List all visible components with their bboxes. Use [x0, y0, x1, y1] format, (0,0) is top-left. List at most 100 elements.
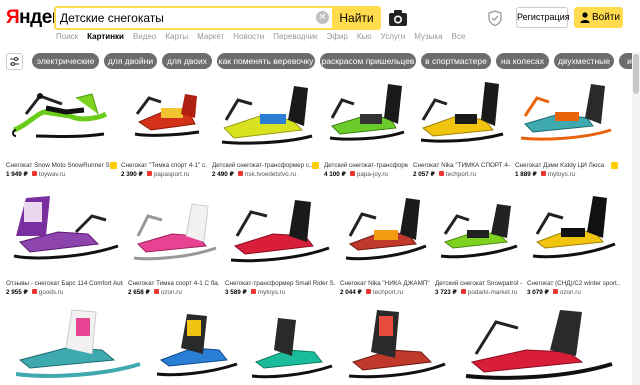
- result-price: 2 057 ₽: [413, 171, 435, 178]
- result-caption: Снегокат Snow Moto SnowRunner SR...: [6, 162, 110, 169]
- sled-image: [420, 82, 504, 143]
- image-result[interactable]: Снегокат "Тимка спорт 4-1" с... 2 390 ₽ p…: [121, 74, 207, 178]
- image-result[interactable]: Снегокат Snow Moto SnowRunner SR... 1 94…: [6, 74, 117, 178]
- clear-search-button[interactable]: ✕: [316, 11, 329, 24]
- filter-chip[interactable]: раскрасом пришельцев: [320, 53, 416, 69]
- image-result[interactable]: Снегокат Nika "НИКА ДЖАМП"... 2 044 ₽ tec…: [340, 186, 430, 298]
- filter-chip[interactable]: как поменять веревочку: [217, 53, 315, 69]
- sled-image: [15, 309, 141, 378]
- result-caption: Отзывы - снегокат Барс 114 Comfort Auto.…: [6, 280, 123, 287]
- result-price: 2 490 ₽: [212, 171, 234, 178]
- logo-letter: Я: [6, 7, 20, 28]
- filter-chips: электрические для двойни для двоих как п…: [0, 51, 640, 71]
- result-price: 1 889 ₽: [515, 171, 537, 178]
- scrollbar[interactable]: [632, 52, 640, 385]
- register-button[interactable]: Регистрация: [516, 7, 570, 28]
- image-result[interactable]: [246, 304, 336, 385]
- image-result[interactable]: Снегокат Тимка спорт 4-1 С ба... 2 658 ₽…: [128, 186, 220, 298]
- filter-settings-button[interactable]: [6, 53, 23, 70]
- result-source[interactable]: techport.ru: [373, 289, 403, 296]
- result-source[interactable]: papasport.ru: [154, 171, 189, 178]
- site-favicon-icon: [146, 171, 152, 176]
- result-source[interactable]: papa-joy.ru: [357, 171, 388, 178]
- service-tab[interactable]: Музыка: [414, 32, 442, 46]
- sled-image: [440, 204, 518, 259]
- sled-image: [221, 86, 313, 145]
- service-tab[interactable]: Эфир: [327, 32, 348, 46]
- service-tab[interactable]: Переводчик: [273, 32, 317, 46]
- result-meta: 2 658 ₽ ozon.ru: [128, 289, 220, 296]
- site-favicon-icon: [31, 289, 37, 294]
- shield-icon[interactable]: [488, 10, 502, 26]
- sled-image: [134, 94, 200, 137]
- service-tab-active[interactable]: Картинки: [87, 32, 124, 46]
- image-result[interactable]: [151, 304, 241, 385]
- result-price: 2 390 ₽: [121, 171, 143, 178]
- image-result[interactable]: [456, 304, 620, 385]
- find-button[interactable]: Найти: [332, 6, 381, 30]
- login-label: Войти: [592, 12, 620, 23]
- result-source[interactable]: mytoys.ru: [548, 171, 575, 178]
- market-badge-icon: [110, 162, 117, 169]
- service-tab[interactable]: Все: [452, 32, 466, 46]
- result-caption: Детский снегокат-трансформер с...: [212, 162, 315, 169]
- result-source[interactable]: ozon.ru: [161, 289, 182, 296]
- result-meta: 4 100 ₽ papa-joy.ru: [324, 171, 408, 178]
- image-result[interactable]: [341, 304, 451, 385]
- result-price: 3 079 ₽: [527, 289, 549, 296]
- image-result[interactable]: Детский снегокат Snowpatrol -... 3 723 ₽…: [435, 186, 522, 298]
- result-meta: 1 889 ₽ mytoys.ru: [515, 171, 620, 178]
- filter-chip[interactable]: электрические: [32, 53, 99, 69]
- sled-image: [230, 200, 330, 263]
- image-result[interactable]: Отзывы - снегокат Барс 114 Comfort Auto.…: [6, 186, 123, 298]
- service-tab[interactable]: Маркет: [197, 32, 224, 46]
- result-price: 4 100 ₽: [324, 171, 346, 178]
- image-result[interactable]: Снегокат (СНД)/С2 winter sport... 3 079 …: [527, 186, 620, 298]
- image-result[interactable]: Снегокат Дэми Kiddy ЦИ Люса 1 889 ₽ mytoy…: [515, 74, 620, 178]
- image-result[interactable]: Детский снегокат-трансформер... 4 100 ₽ p…: [324, 74, 408, 178]
- sled-image: [532, 196, 616, 259]
- service-tab[interactable]: Поиск: [56, 32, 78, 46]
- image-result[interactable]: Снегокат-трансформер Small Rider S... 3 …: [225, 186, 335, 298]
- image-result[interactable]: [6, 304, 146, 385]
- result-source[interactable]: ozon.ru: [560, 289, 581, 296]
- filter-chip[interactable]: для двойни: [104, 53, 157, 69]
- site-favicon-icon: [552, 289, 558, 294]
- search-input[interactable]: [60, 10, 312, 26]
- filter-chip[interactable]: для двоих: [162, 53, 212, 69]
- sled-image: [329, 84, 405, 141]
- result-price: 3 723 ₽: [435, 289, 457, 296]
- service-tab[interactable]: Карты: [165, 32, 188, 46]
- search-box: ✕ Найти: [54, 6, 381, 30]
- result-source[interactable]: nsk.tvoedetstvo.ru: [245, 171, 296, 178]
- scrollbar-thumb[interactable]: [633, 54, 639, 94]
- service-tab[interactable]: Услуги: [381, 32, 406, 46]
- result-caption: Снегокат Nika "ТИМКА СПОРТ 4-1...: [413, 162, 510, 169]
- sled-image: [12, 93, 108, 138]
- result-price: 1 949 ₽: [6, 171, 28, 178]
- site-favicon-icon: [31, 171, 37, 176]
- image-result[interactable]: Детский снегокат-трансформер с... 2 490 …: [212, 74, 319, 178]
- image-result[interactable]: Снегокат Nika "ТИМКА СПОРТ 4-1... 2 057 …: [413, 74, 510, 178]
- filter-chip[interactable]: в спортмастере: [421, 53, 491, 69]
- result-meta: 2 390 ₽ papasport.ru: [121, 171, 207, 178]
- filter-chip[interactable]: двухместные: [554, 53, 614, 69]
- image-search-button[interactable]: [387, 7, 409, 29]
- result-source[interactable]: podarki-market.ru: [468, 289, 517, 296]
- result-source[interactable]: goods.ru: [39, 289, 64, 296]
- result-source[interactable]: toywav.ru: [39, 171, 65, 178]
- service-tab[interactable]: Новости: [233, 32, 264, 46]
- login-button[interactable]: Войти: [574, 7, 623, 28]
- service-tab[interactable]: Видео: [133, 32, 156, 46]
- header: Яндекс ✕ Найти Регистрация Войти Поиск К…: [0, 0, 640, 55]
- result-meta: 3 589 ₽ mytoys.ru: [225, 289, 335, 296]
- result-meta: 3 079 ₽ ozon.ru: [527, 289, 620, 296]
- market-badge-icon: [611, 162, 618, 169]
- result-caption: Снегокат Дэми Kiddy ЦИ Люса: [515, 162, 605, 169]
- result-source[interactable]: techport.ru: [446, 171, 476, 178]
- service-tab[interactable]: Кью: [357, 32, 372, 46]
- filter-chip[interactable]: на колесах: [496, 53, 549, 69]
- result-source[interactable]: mytoys.ru: [258, 289, 285, 296]
- result-caption: Детский снегокат-трансформер...: [324, 162, 408, 169]
- site-favicon-icon: [460, 289, 466, 294]
